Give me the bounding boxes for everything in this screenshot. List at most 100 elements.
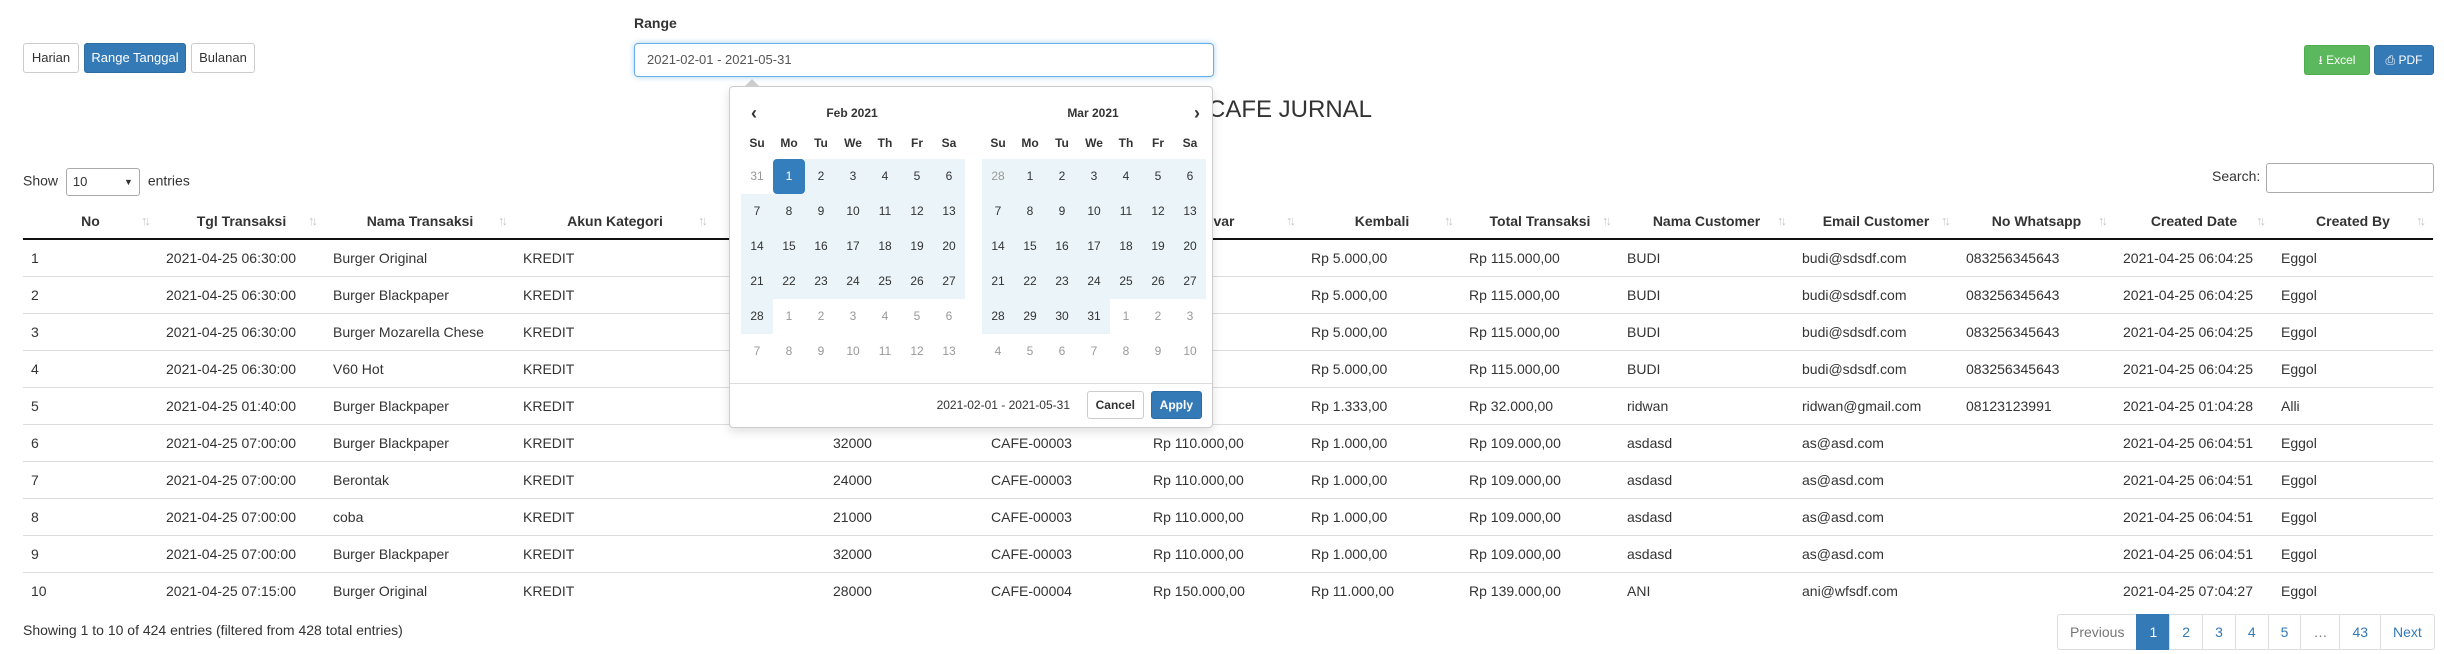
calendar-day[interactable]: 11 [869, 194, 901, 229]
calendar-day[interactable]: 29 [1014, 299, 1046, 334]
calendar-day[interactable]: 23 [805, 264, 837, 299]
calendar-day[interactable]: 12 [901, 334, 933, 369]
calendar-day[interactable]: 24 [837, 264, 869, 299]
calendar-day[interactable]: 2 [805, 299, 837, 334]
calendar-day[interactable]: 17 [1078, 229, 1110, 264]
calendar-day[interactable]: 4 [869, 159, 901, 194]
calendar-day[interactable]: 22 [1014, 264, 1046, 299]
chevron-left-icon[interactable]: ‹ [751, 99, 757, 127]
calendar-day[interactable]: 12 [1142, 194, 1174, 229]
pagination-next[interactable]: Next [2380, 614, 2435, 650]
calendar-day[interactable]: 1 [1014, 159, 1046, 194]
calendar-day[interactable]: 23 [1046, 264, 1078, 299]
calendar-day[interactable]: 21 [982, 264, 1014, 299]
calendar-day[interactable]: 15 [1014, 229, 1046, 264]
calendar-day[interactable]: 7 [741, 334, 773, 369]
calendar-day[interactable]: 4 [1110, 159, 1142, 194]
calendar-day[interactable]: 4 [982, 334, 1014, 369]
calendar-day[interactable]: 10 [1174, 334, 1206, 369]
calendar-day[interactable]: 6 [1046, 334, 1078, 369]
pagination-page[interactable]: 4 [2234, 614, 2269, 650]
calendar-day[interactable]: 10 [837, 334, 869, 369]
column-header[interactable]: Total Transaksi ↑↓ [1461, 204, 1619, 240]
calendar-day[interactable]: 12 [901, 194, 933, 229]
column-header[interactable]: Nama Customer ↑↓ [1619, 204, 1794, 240]
column-header[interactable]: Tgl Transaksi ↑↓ [158, 204, 325, 240]
calendar-day[interactable]: 2 [1046, 159, 1078, 194]
calendar-day[interactable]: 27 [1174, 264, 1206, 299]
calendar-day[interactable]: 28 [982, 159, 1014, 194]
column-header[interactable]: Created Date ↑↓ [2115, 204, 2273, 240]
column-header[interactable]: Email Customer ↑↓ [1794, 204, 1958, 240]
calendar-day[interactable]: 10 [837, 194, 869, 229]
calendar-day[interactable]: 2 [1142, 299, 1174, 334]
table-row[interactable]: 6 2021-04-25 07:00:00 Burger Blackpaper KRE… [23, 424, 2433, 462]
pagination-page[interactable]: 5 [2267, 614, 2302, 650]
calendar-day[interactable]: 25 [869, 264, 901, 299]
calendar-day[interactable]: 18 [1110, 229, 1142, 264]
calendar-day[interactable]: 28 [741, 299, 773, 334]
calendar-day[interactable]: 26 [901, 264, 933, 299]
calendar-day[interactable]: 20 [933, 229, 965, 264]
column-header[interactable]: Created By ↑↓ [2273, 204, 2433, 240]
calendar-day[interactable]: 2 [805, 159, 837, 194]
calendar-day[interactable]: 5 [1014, 334, 1046, 369]
calendar-day[interactable]: 14 [982, 229, 1014, 264]
calendar-day[interactable]: 26 [1142, 264, 1174, 299]
calendar-day[interactable]: 3 [1078, 159, 1110, 194]
calendar-day[interactable]: 1 [773, 159, 805, 194]
pagination-page[interactable]: 2 [2169, 614, 2204, 650]
calendar-day[interactable]: 6 [933, 159, 965, 194]
range-input[interactable]: 2021-02-01 - 2021-05-31 [634, 43, 1214, 77]
column-header[interactable]: Kembali ↑↓ [1303, 204, 1461, 240]
calendar-day[interactable]: 4 [869, 299, 901, 334]
calendar-day[interactable]: 6 [933, 299, 965, 334]
table-row[interactable]: 2 2021-04-25 06:30:00 Burger Blackpaper KRE… [23, 276, 2433, 314]
table-row[interactable]: 42021-04-25 06:30:00V60 HotKREDIT,00Rp 5… [23, 350, 2433, 388]
pagination-page[interactable]: 43 [2339, 614, 2382, 650]
calendar-day[interactable]: 22 [773, 264, 805, 299]
calendar-day[interactable]: 11 [1110, 194, 1142, 229]
calendar-day[interactable]: 31 [741, 159, 773, 194]
calendar-day[interactable]: 18 [869, 229, 901, 264]
tab-range-tanggal[interactable]: Range Tanggal [84, 43, 186, 73]
calendar-day[interactable]: 9 [1046, 194, 1078, 229]
calendar-day[interactable]: 3 [837, 299, 869, 334]
calendar-day[interactable]: 3 [837, 159, 869, 194]
calendar-day[interactable]: 1 [773, 299, 805, 334]
calendar-day[interactable]: 19 [901, 229, 933, 264]
calendar-day[interactable]: 14 [741, 229, 773, 264]
pagination-page[interactable]: 1 [2136, 614, 2171, 650]
column-header[interactable]: No ↑↓ [23, 204, 158, 240]
calendar-day[interactable]: 28 [982, 299, 1014, 334]
table-row[interactable]: 5 2021-04-25 01:40:00 Burger Blackpaper KRE… [23, 387, 2433, 425]
calendar-day[interactable]: 7 [1078, 334, 1110, 369]
calendar-day[interactable]: 20 [1174, 229, 1206, 264]
calendar-day[interactable]: 5 [1142, 159, 1174, 194]
calendar-day[interactable]: 21 [741, 264, 773, 299]
calendar-day[interactable]: 30 [1046, 299, 1078, 334]
calendar-day[interactable]: 15 [773, 229, 805, 264]
calendar-day[interactable]: 10 [1078, 194, 1110, 229]
calendar-day[interactable]: 7 [982, 194, 1014, 229]
calendar-day[interactable]: 8 [1014, 194, 1046, 229]
calendar-day[interactable]: 9 [805, 334, 837, 369]
column-header[interactable]: Akun Kategori ↑↓ [515, 204, 715, 240]
calendar-day[interactable]: 13 [933, 194, 965, 229]
calendar-day[interactable]: 19 [1142, 229, 1174, 264]
table-row[interactable]: 10 2021-04-25 07:15:00 Burger Original KRED… [23, 572, 2433, 609]
calendar-day[interactable]: 11 [869, 334, 901, 369]
calendar-day[interactable]: 8 [773, 334, 805, 369]
chevron-right-icon[interactable]: › [1194, 99, 1200, 127]
calendar-day[interactable]: 24 [1078, 264, 1110, 299]
calendar-day[interactable]: 9 [805, 194, 837, 229]
calendar-day[interactable]: 5 [901, 159, 933, 194]
calendar-day[interactable]: 16 [1046, 229, 1078, 264]
table-row[interactable]: 1 2021-04-25 06:30:00 Burger Original KREDI… [23, 238, 2433, 277]
calendar-day[interactable]: 27 [933, 264, 965, 299]
calendar-day[interactable]: 7 [741, 194, 773, 229]
calendar-day[interactable]: 1 [1110, 299, 1142, 334]
calendar-day[interactable]: 16 [805, 229, 837, 264]
calendar-day[interactable]: 8 [773, 194, 805, 229]
length-select[interactable]: 10 ▼ [65, 168, 140, 196]
